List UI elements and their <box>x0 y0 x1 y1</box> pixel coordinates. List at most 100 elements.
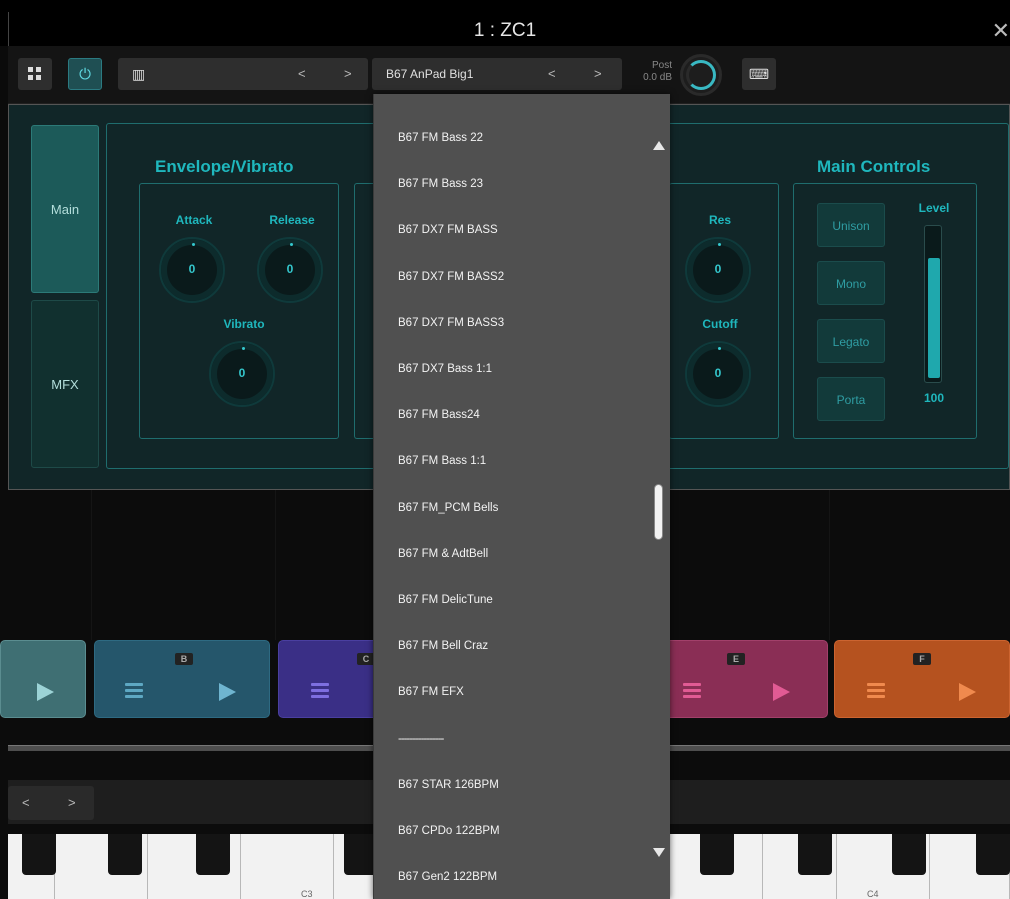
vibrato-knob[interactable]: 0 <box>209 341 275 407</box>
level-value: 100 <box>923 391 945 405</box>
release-value: 0 <box>286 262 294 276</box>
play-icon[interactable] <box>37 683 54 701</box>
rack-icon: ▥ <box>132 66 146 82</box>
track-column <box>670 490 830 640</box>
menu-icon[interactable] <box>125 683 143 701</box>
key-label-c3: C3 <box>301 889 313 899</box>
scroll-down-icon[interactable] <box>653 848 665 857</box>
black-key[interactable] <box>700 834 734 875</box>
post-gain-knob[interactable] <box>680 54 722 96</box>
rack-next-button[interactable]: > <box>344 66 352 81</box>
play-icon[interactable] <box>959 683 976 701</box>
cutoff-knob[interactable]: 0 <box>685 341 751 407</box>
pad-e[interactable]: E <box>664 640 828 718</box>
rack-selector[interactable]: ▥ < > <box>118 58 368 90</box>
black-key[interactable] <box>976 834 1010 875</box>
unison-button[interactable]: Unison <box>817 203 885 247</box>
preset-item[interactable]: B67 DX7 FM BASS2 <box>398 271 648 283</box>
attack-value: 0 <box>188 262 196 276</box>
black-key[interactable] <box>22 834 56 875</box>
vibrato-value: 0 <box>238 366 246 380</box>
menu-icon[interactable] <box>867 683 885 701</box>
preset-item[interactable]: B67 FM Bass 22 <box>398 132 648 144</box>
grid-icon <box>28 67 33 72</box>
black-key[interactable] <box>108 834 142 875</box>
tab-mfx[interactable]: MFX <box>31 300 99 468</box>
grid-icon-cell <box>36 67 41 72</box>
preset-next-button[interactable]: > <box>594 66 602 81</box>
envelope-title: Envelope/Vibrato <box>155 157 294 176</box>
vibrato-label: Vibrato <box>223 317 265 331</box>
octave-next-button[interactable]: > <box>68 795 76 810</box>
legato-button[interactable]: Legato <box>817 319 885 363</box>
title-bar: 1 : ZC1 ✕ <box>0 0 1010 46</box>
pad-c[interactable]: C <box>278 640 378 718</box>
white-key[interactable]: C3 <box>241 834 334 899</box>
power-button[interactable]: ⏻ <box>68 58 102 90</box>
preset-item[interactable]: B67 FM Bell Craz <box>398 640 648 652</box>
tab-main[interactable]: Main <box>31 125 99 293</box>
preset-item[interactable]: B67 Gen2 122BPM <box>398 871 648 883</box>
knob-indicator <box>192 243 195 246</box>
grid-icon-cell <box>36 75 41 80</box>
scrollbar-thumb[interactable] <box>654 484 663 540</box>
preset-item[interactable]: B67 CPDo 122BPM <box>398 825 648 837</box>
octave-nav: < > <box>8 786 94 820</box>
keyboard-icon: ⌨ <box>748 66 770 82</box>
pad-f[interactable]: F <box>834 640 1010 718</box>
post-label: Post <box>651 60 672 71</box>
scroll-up-icon[interactable] <box>653 141 665 150</box>
menu-icon[interactable] <box>311 683 329 701</box>
close-icon[interactable]: ✕ <box>992 18 1010 44</box>
preset-name: B67 AnPad Big1 <box>386 67 474 81</box>
rack-prev-button[interactable]: < <box>298 66 306 81</box>
track-column <box>8 490 92 640</box>
preset-item[interactable]: B67 FM Bass24 <box>398 409 648 421</box>
menu-icon[interactable] <box>683 683 701 701</box>
pad-e-badge: E <box>727 653 745 665</box>
level-slider[interactable] <box>924 225 942 383</box>
grid-button[interactable] <box>18 58 52 90</box>
preset-item[interactable]: B67 DX7 FM BASS3 <box>398 317 648 329</box>
preset-selector[interactable]: B67 AnPad Big1 < > <box>372 58 622 90</box>
attack-knob[interactable]: 0 <box>159 237 225 303</box>
preset-item[interactable]: B67 FM & AdtBell <box>398 548 648 560</box>
pad-a[interactable] <box>0 640 86 718</box>
track-column <box>92 490 276 640</box>
power-icon: ⏻ <box>79 66 91 83</box>
preset-item[interactable]: B67 FM DelicTune <box>398 594 648 606</box>
res-knob[interactable]: 0 <box>685 237 751 303</box>
window-title: 1 : ZC1 <box>473 20 537 41</box>
preset-item[interactable]: B67 FM_PCM Bells <box>398 502 648 514</box>
res-label: Res <box>708 213 731 227</box>
preset-dropdown[interactable]: B67 FM Bass 22 B67 FM Bass 23 B67 DX7 FM B… <box>373 94 670 899</box>
keyboard-button[interactable]: ⌨ <box>742 58 776 90</box>
porta-button[interactable]: Porta <box>817 377 885 421</box>
pad-b[interactable]: B <box>94 640 270 718</box>
knob-indicator <box>290 243 293 246</box>
knob-indicator <box>718 347 721 350</box>
black-key[interactable] <box>196 834 230 875</box>
attack-label: Attack <box>175 213 213 227</box>
play-icon[interactable] <box>773 683 790 701</box>
preset-prev-button[interactable]: < <box>548 66 556 81</box>
app-window: 1 : ZC1 ✕ ⏻ ▥ < > B67 AnPad Big1 < > Pos… <box>0 0 1010 899</box>
preset-item[interactable]: B67 FM Bass 23 <box>398 178 648 190</box>
res-value: 0 <box>714 262 722 276</box>
preset-item[interactable]: B67 FM EFX <box>398 686 648 698</box>
black-key[interactable] <box>798 834 832 875</box>
grid-icon-cell <box>28 75 33 80</box>
mono-button[interactable]: Mono <box>817 261 885 305</box>
preset-item[interactable]: B67 DX7 FM BASS <box>398 224 648 236</box>
release-knob[interactable]: 0 <box>257 237 323 303</box>
level-label: Level <box>918 201 950 215</box>
knob-indicator <box>242 347 245 350</box>
pad-f-badge: F <box>913 653 931 665</box>
octave-prev-button[interactable]: < <box>22 795 30 810</box>
play-icon[interactable] <box>219 683 236 701</box>
preset-item[interactable]: B67 STAR 126BPM <box>398 779 648 791</box>
release-label: Release <box>269 213 315 227</box>
preset-item[interactable]: B67 FM Bass 1:1 <box>398 455 648 467</box>
black-key[interactable] <box>892 834 926 875</box>
preset-item[interactable]: B67 DX7 Bass 1:1 <box>398 363 648 375</box>
